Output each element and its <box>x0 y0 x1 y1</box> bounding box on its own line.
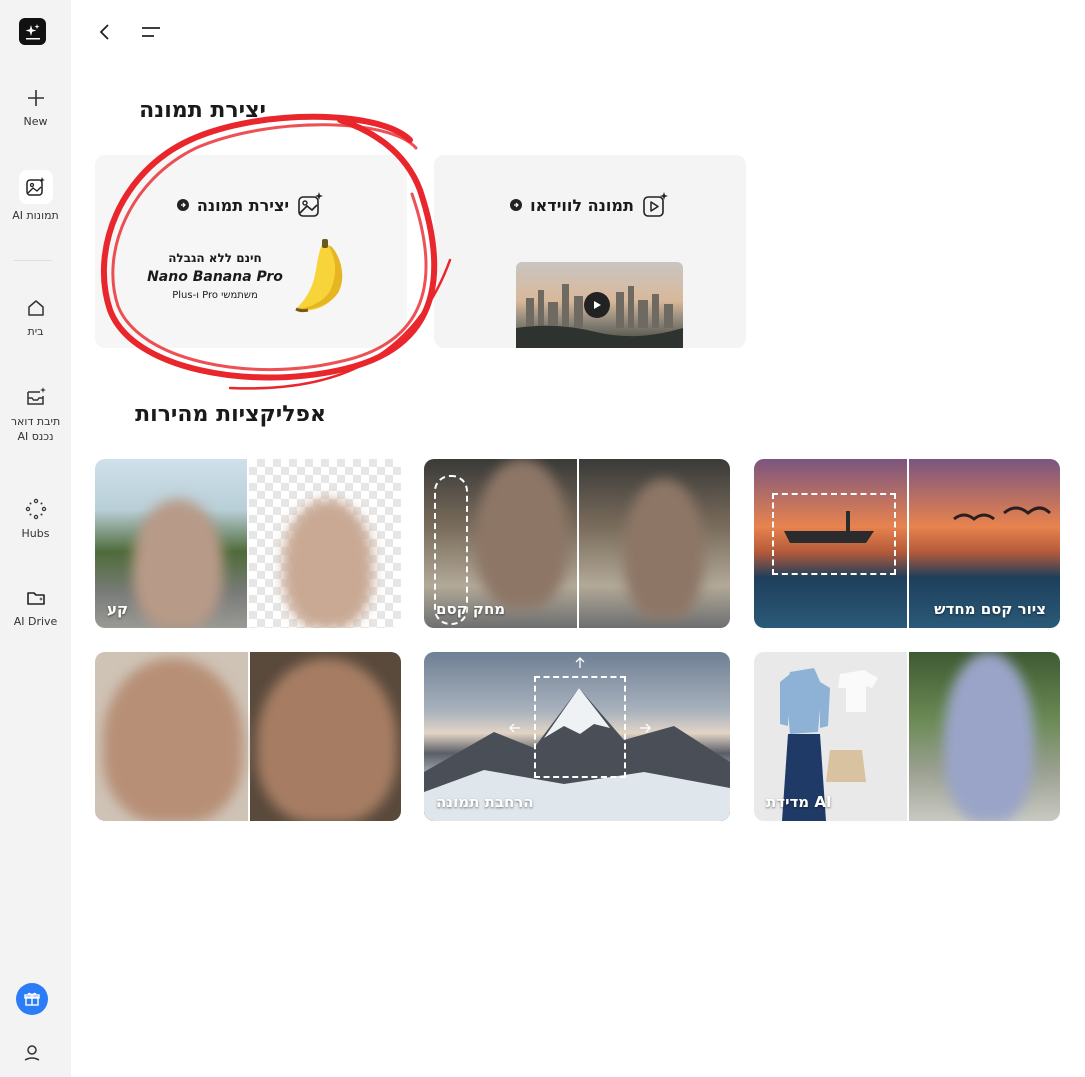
inbox-sparkle-icon <box>26 387 46 405</box>
play-icon <box>594 301 601 309</box>
user-icon <box>24 1045 40 1061</box>
quick-app-tile-magic-redraw[interactable]: ציור קסם מחדש <box>754 459 1060 628</box>
tile-label: הרחבת תמונה <box>436 793 534 811</box>
sidebar-item-label: AI תמונות <box>12 209 59 222</box>
city-preview-image <box>516 262 683 348</box>
section-title-quick-apps: אפליקציות מהירות <box>135 402 326 427</box>
tile-label: קע <box>107 600 129 618</box>
gift-icon <box>24 992 40 1006</box>
play-button[interactable] <box>584 292 610 318</box>
sidebar-item-label: Hubs <box>21 527 50 540</box>
sidebar-item-ai-drive[interactable]: AI Drive <box>0 588 71 630</box>
back-button[interactable] <box>96 22 114 46</box>
blurred-person <box>476 459 568 609</box>
tile-label: מחק קסם <box>436 600 506 618</box>
blurred-person <box>624 479 704 619</box>
blurred-face <box>257 658 397 821</box>
video-sparkle-icon <box>643 192 668 217</box>
hubs-icon <box>25 498 46 520</box>
sidebar-item-inbox[interactable]: תיבת דואר AI נכנס <box>0 386 71 444</box>
card-title: תמונה לווידאו <box>530 195 634 215</box>
sidebar-item-label: AI Drive <box>13 615 58 628</box>
blurred-person <box>283 499 373 628</box>
sidebar-item-home[interactable]: בית <box>0 298 71 340</box>
sidebar-item-ai-images[interactable]: AI תמונות <box>0 170 71 224</box>
sidebar-item-hubs[interactable]: Hubs <box>0 498 71 542</box>
folder-icon <box>26 592 45 605</box>
app-logo[interactable] <box>19 18 46 45</box>
chevron-left-icon <box>99 24 109 40</box>
menu-icon <box>142 27 160 37</box>
red-annotation-circle <box>100 113 452 390</box>
menu-button[interactable] <box>140 24 162 44</box>
sidebar: New AI תמונות בית תיבת דואר AI נכנס Hubs… <box>0 0 71 1077</box>
tile-label: AI מדידת <box>766 793 832 811</box>
gift-button[interactable] <box>16 983 48 1015</box>
quick-app-tile-face[interactable] <box>95 652 401 821</box>
sidebar-item-label: New <box>23 115 48 128</box>
quick-app-tile-magic-eraser[interactable]: מחק קסם <box>424 459 730 628</box>
quick-app-tile-image-expand[interactable]: הרחבת תמונה <box>424 652 730 821</box>
home-icon <box>27 300 44 316</box>
quick-app-tile-remove-background[interactable]: קע <box>95 459 401 628</box>
sidebar-divider <box>14 260 52 261</box>
sidebar-item-label: בית <box>27 325 44 338</box>
blurred-person <box>133 499 223 628</box>
account-button[interactable] <box>22 1043 42 1067</box>
sparkle-logo-icon <box>25 23 40 39</box>
blurred-face <box>103 658 243 821</box>
sidebar-item-new[interactable]: New <box>0 88 71 130</box>
image-sparkle-icon <box>25 177 45 196</box>
tile-label: ציור קסם מחדש <box>934 600 1046 618</box>
blurred-person <box>944 652 1034 821</box>
plus-icon <box>27 90 44 106</box>
sidebar-item-label: תיבת דואר AI נכנס <box>10 415 61 443</box>
quick-app-tile-ai-try-on[interactable]: AI מדידת <box>754 652 1060 821</box>
